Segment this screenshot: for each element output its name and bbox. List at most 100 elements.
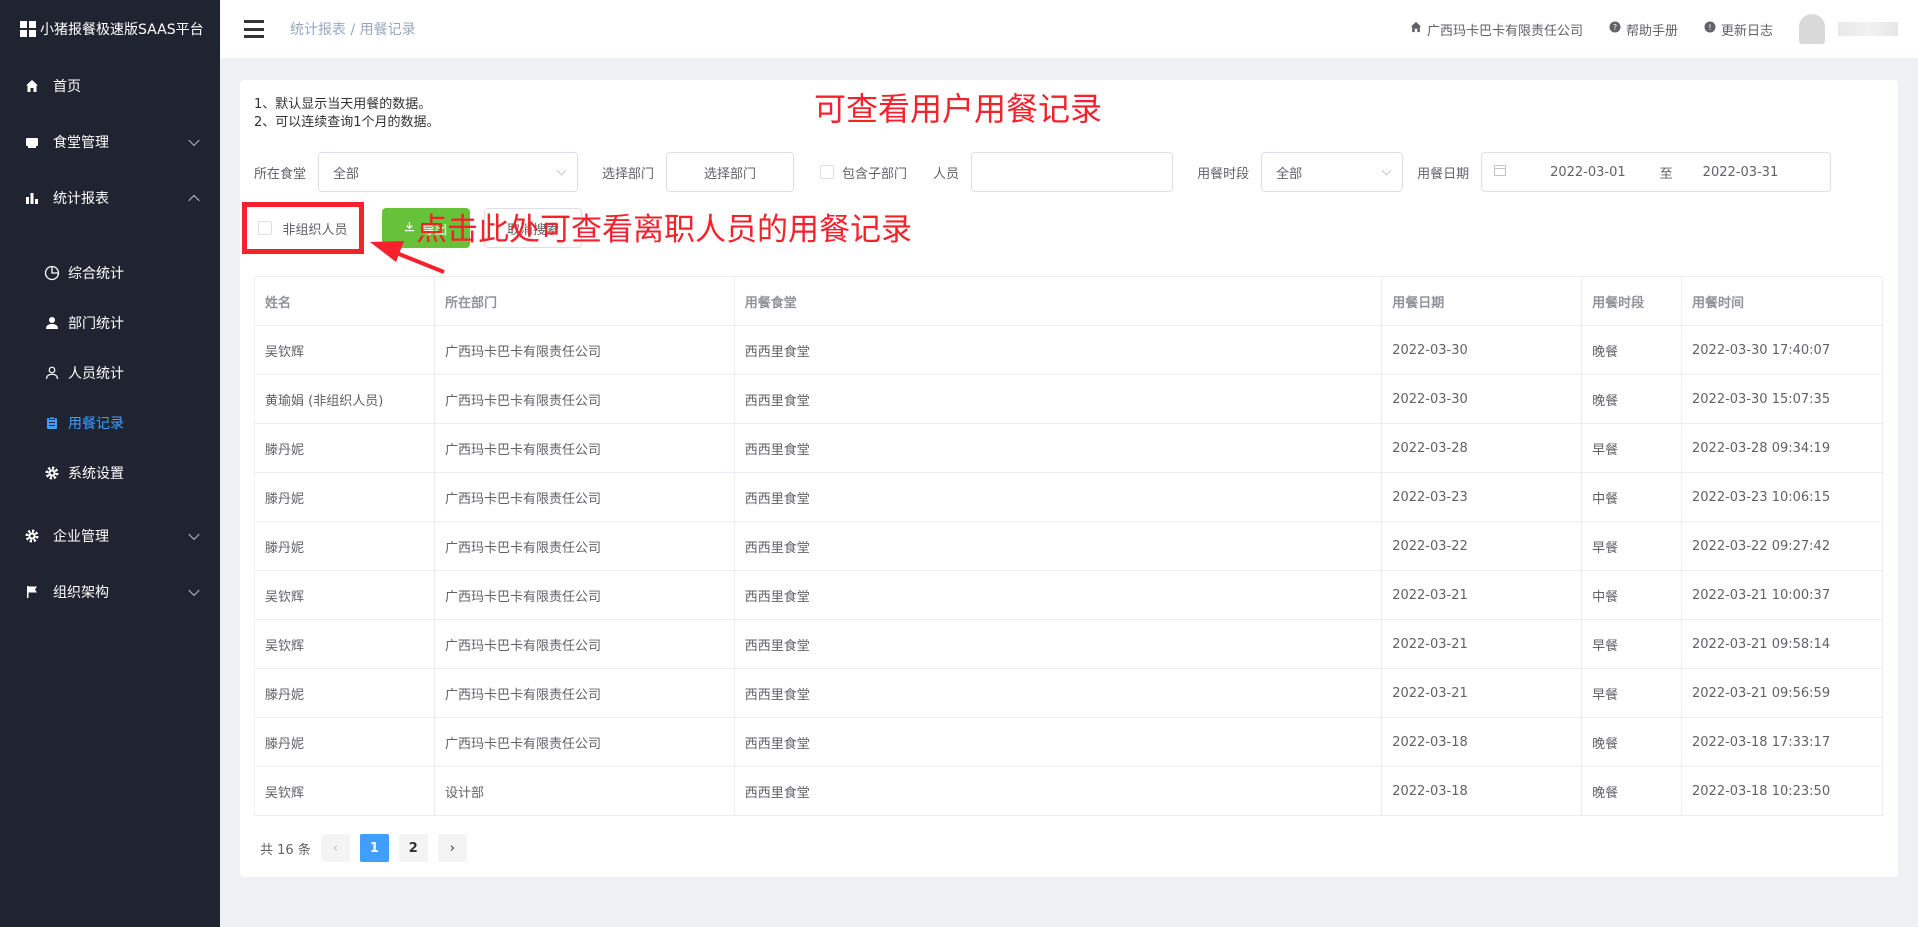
sidebar-subitem-label: 部门统计: [68, 316, 124, 332]
sidebar-item-canteen[interactable]: 食堂管理: [0, 114, 220, 170]
checkbox-icon: [258, 221, 273, 235]
sidebar-subitem-person-stats[interactable]: 人员统计: [0, 348, 220, 398]
gear-icon: [44, 465, 60, 481]
sidebar-item-enterprise[interactable]: 企业管理: [0, 508, 220, 564]
cell-dept: 广西玛卡巴卡有限责任公司: [433, 668, 735, 718]
filter-row: 所在食堂 全部 选择部门 选择部门 包含子部门 人员 用餐时段 全部 用餐日期 …: [254, 152, 1832, 192]
header-name[interactable]: 姓名: [254, 276, 435, 326]
header-period[interactable]: 用餐时段: [1581, 276, 1683, 326]
sidebar-subitem-overview[interactable]: 综合统计: [0, 248, 220, 298]
date-end: 2022-03-31: [1702, 164, 1779, 180]
cell-period: 中餐: [1581, 570, 1683, 620]
cell-dept: 广西玛卡巴卡有限责任公司: [433, 325, 735, 375]
table-row: 吴钦辉 广西玛卡巴卡有限责任公司 西西里食堂 2022-03-30 晚餐 2022-03-…: [254, 325, 1883, 375]
app-title: 小猪报餐极速版SAAS平台: [40, 22, 204, 38]
chevron-down-icon: [188, 584, 200, 597]
notes: 1、默认显示当天用餐的数据。 2、可以连续查询1个月的数据。: [254, 96, 440, 132]
page-1-button[interactable]: 1: [359, 834, 389, 862]
annotation-top: 可查看用户用餐记录: [814, 90, 1103, 128]
cell-time: 2022-03-30 17:40:07: [1681, 325, 1883, 375]
canteen-select[interactable]: 全部: [318, 152, 579, 192]
cell-time: 2022-03-22 09:27:42: [1681, 521, 1883, 571]
cell-dept: 广西玛卡巴卡有限责任公司: [433, 717, 735, 767]
reports-submenu: 综合统计 部门统计 人员统计 用餐记录 系统设置: [0, 226, 220, 508]
menu-toggle-icon[interactable]: [244, 20, 264, 38]
sidebar-item-org[interactable]: 组织架构: [0, 564, 220, 620]
company-name: 广西玛卡巴卡有限责任公司: [1426, 23, 1583, 39]
header-dept[interactable]: 所在部门: [433, 276, 735, 326]
cell-date: 2022-03-18: [1381, 766, 1583, 816]
note-line-2: 2、可以连续查询1个月的数据。: [254, 115, 440, 130]
canteen-value: 全部: [333, 166, 360, 182]
cell-canteen: 西西里食堂: [733, 619, 1383, 669]
person-label: 人员: [933, 166, 960, 182]
sidebar-item-reports[interactable]: 统计报表: [0, 170, 220, 226]
sidebar-item-label: 企业管理: [53, 529, 109, 545]
cell-dept: 广西玛卡巴卡有限责任公司: [433, 619, 735, 669]
cell-date: 2022-03-21: [1381, 668, 1583, 718]
cell-date: 2022-03-21: [1381, 570, 1583, 620]
cell-date: 2022-03-23: [1381, 472, 1583, 522]
header-canteen[interactable]: 用餐食堂: [733, 276, 1383, 326]
date-start: 2022-03-01: [1550, 164, 1626, 180]
sidebar-subitem-label: 系统设置: [68, 466, 124, 482]
chevron-down-icon: [1381, 165, 1392, 176]
sidebar-subitem-dept-stats[interactable]: 部门统计: [0, 298, 220, 348]
pagination: 共 16 条 ‹ 1 2 ›: [260, 834, 467, 862]
cell-name: 吴钦辉: [254, 325, 435, 375]
sidebar-item-label: 统计报表: [53, 191, 109, 207]
cell-period: 晚餐: [1581, 374, 1683, 424]
cell-date: 2022-03-21: [1381, 619, 1583, 669]
brand[interactable]: 小猪报餐极速版SAAS平台: [0, 0, 220, 58]
cell-name: 黄瑜娟 (非组织人员): [254, 374, 435, 424]
dept-select-button[interactable]: 选择部门: [666, 152, 795, 192]
cell-time: 2022-03-18 10:23:50: [1681, 766, 1883, 816]
cell-date: 2022-03-22: [1381, 521, 1583, 571]
cell-canteen: 西西里食堂: [733, 668, 1383, 718]
help-link[interactable]: ? 帮助手册: [1609, 20, 1678, 39]
info-icon: !: [1704, 21, 1716, 37]
avatar: [1799, 14, 1825, 44]
table-row: 吴钦辉 设计部 西西里食堂 2022-03-18 晚餐 2022-03-18 10:23:…: [254, 766, 1883, 816]
checkbox-icon: [820, 165, 835, 179]
cell-name: 吴钦辉: [254, 766, 435, 816]
period-select[interactable]: 全部: [1261, 152, 1404, 192]
user-menu[interactable]: [1799, 14, 1898, 44]
changelog-label: 更新日志: [1720, 23, 1773, 39]
cell-time: 2022-03-28 09:34:19: [1681, 423, 1883, 473]
chevron-up-icon: [188, 194, 200, 207]
header-time[interactable]: 用餐时间: [1681, 276, 1883, 326]
date-range-picker[interactable]: 2022-03-01 至 2022-03-31: [1481, 152, 1832, 192]
sidebar-subitem-settings[interactable]: 系统设置: [0, 448, 220, 498]
header-date[interactable]: 用餐日期: [1381, 276, 1583, 326]
next-page-button[interactable]: ›: [437, 834, 467, 862]
cell-name: 滕丹妮: [254, 717, 435, 767]
date-label: 用餐日期: [1417, 166, 1470, 182]
pie-icon: [44, 265, 60, 281]
home-icon: [24, 78, 40, 94]
prev-page-button[interactable]: ‹: [320, 834, 350, 862]
cell-time: 2022-03-30 15:07:35: [1681, 374, 1883, 424]
sidebar-subitem-label: 综合统计: [68, 266, 124, 282]
content-card: 1、默认显示当天用餐的数据。 2、可以连续查询1个月的数据。 可查看用户用餐记录…: [240, 80, 1898, 877]
sidebar-subitem-label: 用餐记录: [68, 416, 124, 432]
cell-canteen: 西西里食堂: [733, 717, 1383, 767]
cell-time: 2022-03-21 09:58:14: [1681, 619, 1883, 669]
table-row: 滕丹妮 广西玛卡巴卡有限责任公司 西西里食堂 2022-03-21 早餐 2022-03-…: [254, 668, 1883, 718]
total-count: 共 16 条: [260, 842, 311, 858]
person-input[interactable]: [971, 152, 1174, 192]
page-2-button[interactable]: 2: [398, 834, 428, 862]
changelog-link[interactable]: ! 更新日志: [1704, 20, 1773, 39]
canteen-icon: [24, 134, 40, 150]
table-header-row: 姓名 所在部门 用餐食堂 用餐日期 用餐时段 用餐时间: [254, 276, 1883, 326]
sidebar-subitem-meal-records[interactable]: 用餐记录: [0, 398, 220, 448]
flag-icon: [24, 584, 40, 600]
cell-canteen: 西西里食堂: [733, 325, 1383, 375]
chevron-down-icon: [188, 528, 200, 541]
include-sub-checkbox[interactable]: 包含子部门: [820, 163, 907, 182]
sidebar-item-home[interactable]: 首页: [0, 58, 220, 114]
cell-canteen: 西西里食堂: [733, 423, 1383, 473]
company-link[interactable]: 广西玛卡巴卡有限责任公司: [1410, 20, 1583, 39]
non-org-checkbox[interactable]: 非组织人员: [242, 202, 364, 254]
top-right-links: 广西玛卡巴卡有限责任公司 ? 帮助手册 ! 更新日志: [1410, 0, 1898, 58]
